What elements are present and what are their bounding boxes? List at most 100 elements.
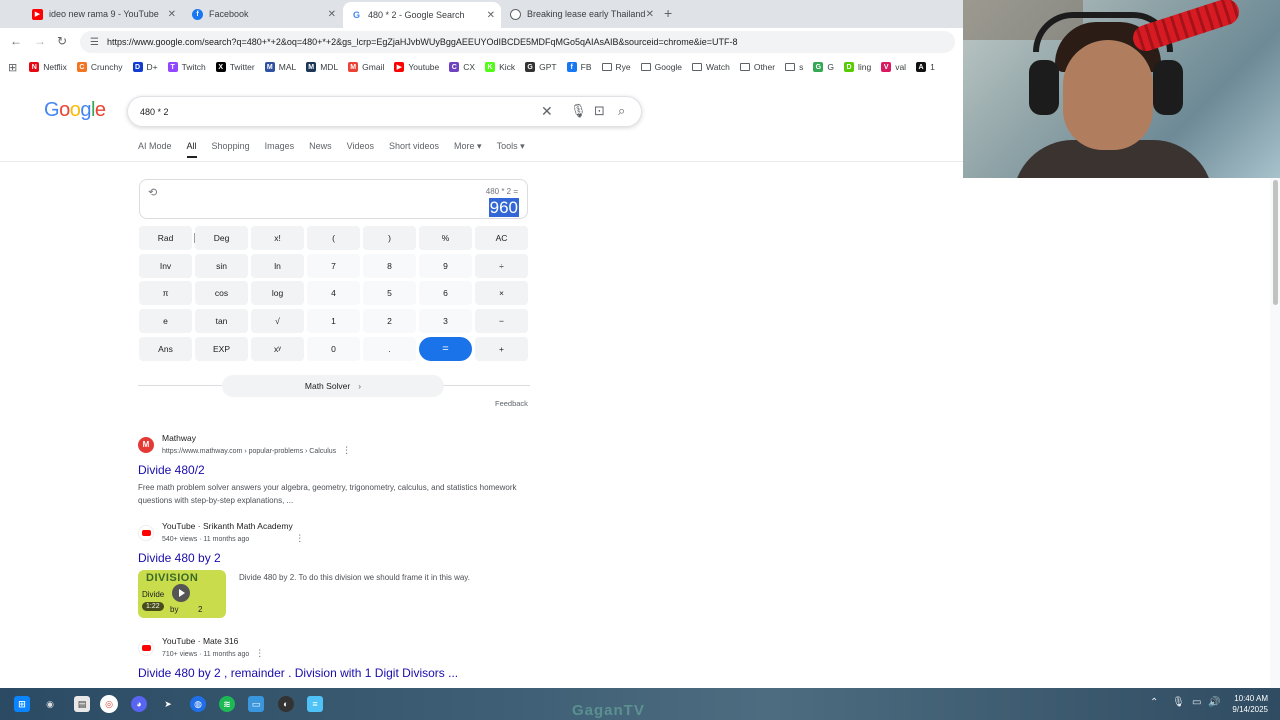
file-explorer-icon[interactable]: ▤: [74, 696, 90, 712]
tab-all[interactable]: All: [186, 141, 197, 158]
tab-tools[interactable]: Tools ▾: [497, 141, 525, 158]
cos-key[interactable]: cos: [195, 281, 248, 305]
tab-more[interactable]: More ▾: [454, 141, 482, 158]
forward-arrow-icon[interactable]: →: [34, 34, 46, 48]
ln-key[interactable]: ln: [251, 254, 304, 278]
divide-key[interactable]: ÷: [475, 254, 528, 278]
chevron-up-icon[interactable]: ⌃: [1150, 697, 1158, 708]
tab-videos[interactable]: Videos: [347, 141, 374, 158]
bookmark-item[interactable]: ▶ Youtube: [394, 62, 439, 72]
close-tab-icon[interactable]: ✕: [328, 9, 336, 20]
bookmark-item[interactable]: G GPT: [525, 62, 557, 72]
bookmark-item[interactable]: C CX: [449, 62, 475, 72]
close-tab-icon[interactable]: ✕: [168, 9, 176, 20]
tab-news[interactable]: News: [309, 141, 332, 158]
more-options-icon[interactable]: ⋮: [255, 648, 264, 658]
digit-6-key[interactable]: 6: [419, 281, 472, 305]
apps-grid-icon[interactable]: ⊞: [8, 61, 17, 74]
open-paren-key[interactable]: (: [307, 226, 360, 250]
digit-9-key[interactable]: 9: [419, 254, 472, 278]
chrome-icon[interactable]: ◎: [100, 695, 118, 713]
bookmark-item[interactable]: Rye: [601, 62, 631, 72]
result-title[interactable]: Divide 480 by 2: [138, 551, 304, 565]
notepad-icon[interactable]: ≡: [307, 696, 323, 712]
close-paren-key[interactable]: ): [363, 226, 416, 250]
steam-icon[interactable]: ➤: [160, 696, 176, 712]
exp-key[interactable]: EXP: [195, 337, 248, 361]
digit-4-key[interactable]: 4: [307, 281, 360, 305]
percent-key[interactable]: %: [419, 226, 472, 250]
bookmark-item[interactable]: M Gmail: [348, 62, 384, 72]
site-info-icon[interactable]: ☰: [90, 37, 99, 48]
windows-start-icon[interactable]: ⊞: [14, 696, 30, 712]
sin-key[interactable]: sin: [195, 254, 248, 278]
result-title[interactable]: Divide 480/2: [138, 463, 518, 477]
spotify-icon[interactable]: ≋: [219, 696, 235, 712]
bookmark-item[interactable]: Dling: [843, 62, 871, 72]
microphone-icon[interactable]: 🎙: [570, 103, 587, 119]
clear-key[interactable]: AC: [475, 226, 528, 250]
tab-images[interactable]: Images: [265, 141, 295, 158]
feedback-link[interactable]: Feedback: [495, 399, 528, 408]
microphone-icon[interactable]: 🎙: [1172, 697, 1185, 708]
back-arrow-icon[interactable]: ←: [10, 34, 22, 48]
lens-icon[interactable]: ⊡: [594, 103, 605, 119]
rad-key[interactable]: Rad: [139, 226, 195, 250]
scrollbar-thumb[interactable]: [1273, 180, 1278, 305]
tab-shopping[interactable]: Shopping: [212, 141, 250, 158]
bookmark-item[interactable]: N Netflix: [29, 62, 67, 72]
bookmark-item[interactable]: T Twitch: [167, 62, 206, 72]
digit-5-key[interactable]: 5: [363, 281, 416, 305]
display-icon[interactable]: ▭: [1192, 697, 1201, 708]
search-box[interactable]: 480 * 2 ✕ 🎙 ⊡ ⌕: [127, 96, 642, 127]
bookmark-item[interactable]: C Crunchy: [76, 62, 123, 72]
plus-key[interactable]: +: [475, 337, 528, 361]
power-key[interactable]: xʸ: [251, 337, 304, 361]
tab-youtube[interactable]: ▶ ideo new rama 9 - YouTube ✕: [24, 2, 182, 26]
bookmark-item[interactable]: s: [785, 62, 803, 72]
browser-icon[interactable]: ◍: [190, 696, 206, 712]
tab-google-search[interactable]: G 480 * 2 - Google Search ✕: [343, 2, 501, 28]
bookmark-item[interactable]: D D+: [132, 62, 158, 72]
new-tab-icon[interactable]: +: [664, 5, 672, 21]
discord-icon[interactable]: ◕: [131, 696, 147, 712]
tan-key[interactable]: tan: [195, 309, 248, 333]
app-icon[interactable]: ▭: [248, 696, 264, 712]
result-source[interactable]: YouTube · Srikanth Math Academy: [162, 521, 304, 531]
bookmark-item[interactable]: Other: [739, 62, 775, 72]
equals-key[interactable]: =: [419, 337, 472, 361]
search-icon[interactable]: ⌕: [618, 103, 625, 119]
tab-breaking-lease[interactable]: Breaking lease early Thailand ✕: [502, 2, 660, 26]
digit-8-key[interactable]: 8: [363, 254, 416, 278]
result-source[interactable]: YouTube · Mate 316: [162, 636, 264, 646]
more-options-icon[interactable]: ⋮: [295, 533, 304, 543]
video-thumbnail[interactable]: DIVISION Divide 1:22 by 2: [138, 570, 226, 618]
bookmark-item[interactable]: GG: [813, 62, 834, 72]
e-key[interactable]: e: [139, 309, 192, 333]
obs-icon[interactable]: ◐: [278, 696, 294, 712]
tab-short-videos[interactable]: Short videos: [389, 141, 439, 158]
digit-7-key[interactable]: 7: [307, 254, 360, 278]
bookmark-item[interactable]: Watch: [692, 62, 730, 72]
digit-1-key[interactable]: 1: [307, 309, 360, 333]
more-options-icon[interactable]: ⋮: [342, 445, 351, 455]
math-solver-button[interactable]: Math Solver ›: [222, 375, 444, 397]
bookmark-item[interactable]: X Twitter: [215, 62, 255, 72]
page-scrollbar[interactable]: [1270, 178, 1280, 688]
bookmark-item[interactable]: Google: [640, 62, 682, 72]
reload-icon[interactable]: ↻: [57, 34, 67, 48]
ans-key[interactable]: Ans: [139, 337, 192, 361]
factorial-key[interactable]: x!: [251, 226, 304, 250]
bookmark-item[interactable]: f FB: [566, 62, 592, 72]
inverse-key[interactable]: Inv: [139, 254, 192, 278]
deg-key[interactable]: Deg: [195, 226, 248, 250]
log-key[interactable]: log: [251, 281, 304, 305]
bookmark-item[interactable]: M MDL: [306, 62, 338, 72]
sqrt-key[interactable]: √: [251, 309, 304, 333]
bookmark-item[interactable]: A1: [916, 62, 935, 72]
decimal-key[interactable]: .: [363, 337, 416, 361]
search-icon[interactable]: ◉: [42, 696, 58, 712]
digit-2-key[interactable]: 2: [363, 309, 416, 333]
digit-3-key[interactable]: 3: [419, 309, 472, 333]
bookmark-item[interactable]: Vval: [881, 62, 906, 72]
